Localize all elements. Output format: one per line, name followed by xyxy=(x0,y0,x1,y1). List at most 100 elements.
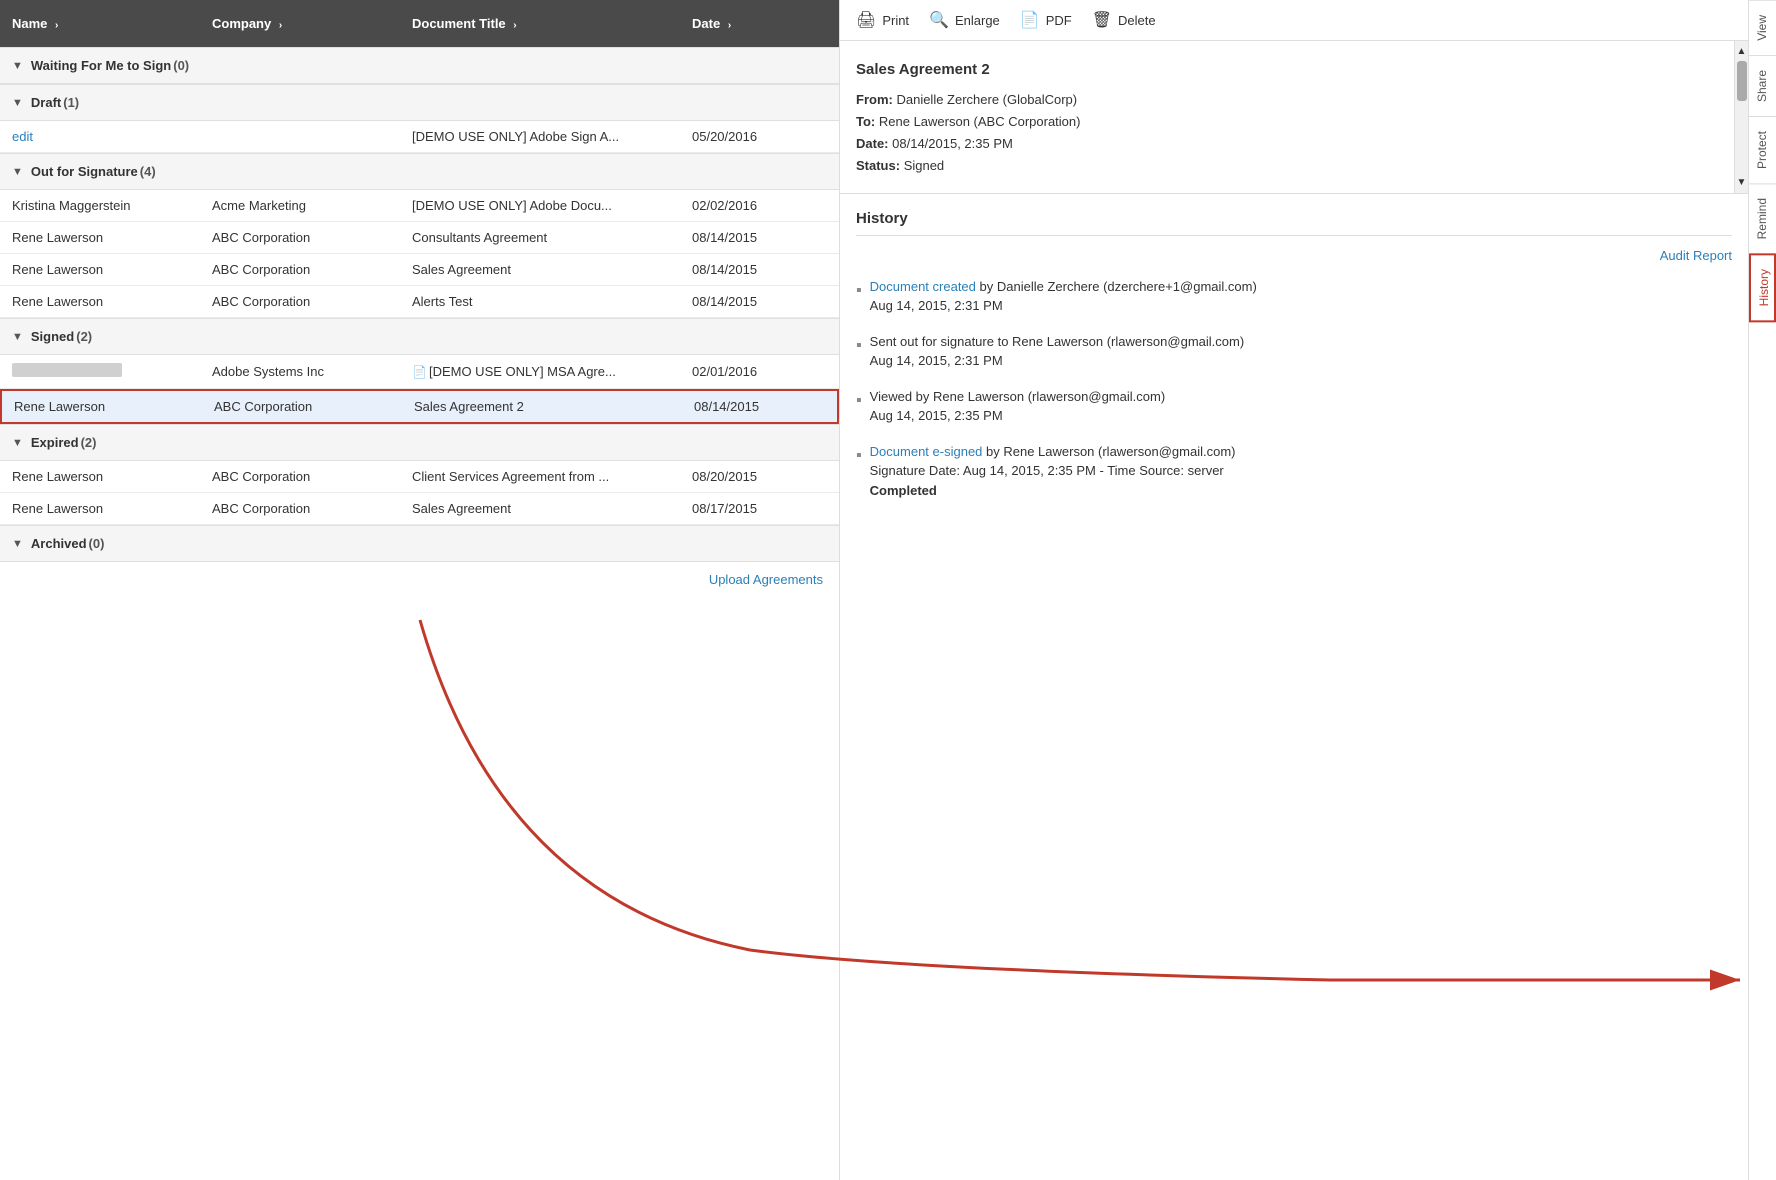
delete-button[interactable]: 🗑 Delete xyxy=(1092,10,1156,30)
table-row[interactable]: edit [DEMO USE ONLY] Adobe Sign A... 05/… xyxy=(0,121,839,153)
section-count: (2) xyxy=(76,329,92,344)
cell-company: ABC Corporation xyxy=(202,399,402,414)
side-tab-view[interactable]: View xyxy=(1749,0,1776,55)
history-bullet-icon: ▪ xyxy=(856,279,862,316)
section-header-expired[interactable]: ▼ Expired (2) xyxy=(0,424,839,461)
cell-company: ABC Corporation xyxy=(200,294,400,309)
upload-agreements-link[interactable]: Upload Agreements xyxy=(709,572,823,587)
row-name: Rene Lawerson xyxy=(12,469,103,484)
audit-report-link[interactable]: Audit Report xyxy=(856,248,1732,263)
section-header-signed[interactable]: ▼ Signed (2) xyxy=(0,318,839,355)
section-count: (2) xyxy=(81,435,97,450)
history-highlight[interactable]: Document created xyxy=(870,279,976,294)
cell-name: Kristina Maggerstein xyxy=(0,198,200,213)
header-name[interactable]: Name › xyxy=(0,10,200,37)
pdf-button[interactable]: 📄 PDF xyxy=(1020,10,1072,30)
cell-title: Alerts Test xyxy=(400,294,680,309)
chevron-icon: ▼ xyxy=(12,437,23,449)
header-company[interactable]: Company › xyxy=(200,10,400,37)
history-bullet-icon: ▪ xyxy=(856,389,862,426)
doc-to: To: Rene Lawerson (ABC Corporation) xyxy=(856,111,1732,133)
table-row[interactable]: Rene Lawerson ABC Corporation Sales Agre… xyxy=(0,254,839,286)
cell-date: 08/20/2015 xyxy=(680,469,800,484)
section-label: Out for Signature xyxy=(31,164,138,179)
doc-status: Status: Signed xyxy=(856,155,1732,177)
table-row[interactable]: Rene Lawerson ABC Corporation Consultant… xyxy=(0,222,839,254)
history-items: ▪ Document created by Danielle Zerchere … xyxy=(856,277,1732,501)
history-bullet-icon: ▪ xyxy=(856,334,862,371)
doc-info: Sales Agreement 2 From: Danielle Zercher… xyxy=(840,41,1748,194)
history-item: ▪ Document created by Danielle Zerchere … xyxy=(856,277,1732,316)
history-highlight[interactable]: Document e-signed xyxy=(870,444,983,459)
history-text: Viewed by Rene Lawerson (rlawerson@gmail… xyxy=(870,387,1165,426)
company-sort-icon: › xyxy=(279,20,282,31)
section-header-waiting[interactable]: ▼ Waiting For Me to Sign (0) xyxy=(0,47,839,84)
print-button[interactable]: 🖨 Print xyxy=(856,10,909,30)
cell-date: 08/14/2015 xyxy=(682,399,802,414)
table-row[interactable]: Adobe Systems Inc 📄[DEMO USE ONLY] MSA A… xyxy=(0,355,839,389)
chevron-icon: ▼ xyxy=(12,60,23,72)
side-tab-protect[interactable]: Protect xyxy=(1749,116,1776,183)
delete-icon: 🗑 xyxy=(1092,10,1112,30)
table-row[interactable]: Rene Lawerson ABC Corporation Alerts Tes… xyxy=(0,286,839,318)
table-row[interactable]: Kristina Maggerstein Acme Marketing [DEM… xyxy=(0,190,839,222)
section-count: (4) xyxy=(140,164,156,179)
cell-title: Client Services Agreement from ... xyxy=(400,469,680,484)
cell-title: 📄[DEMO USE ONLY] MSA Agre... xyxy=(400,364,680,379)
section-count: (1) xyxy=(63,95,79,110)
cell-company: Acme Marketing xyxy=(200,198,400,213)
blurred-name xyxy=(12,363,122,377)
cell-company: ABC Corporation xyxy=(200,469,400,484)
enlarge-icon: 🔍 xyxy=(929,10,949,30)
name-sort-icon: › xyxy=(55,20,58,31)
section-count: (0) xyxy=(173,58,189,73)
table-row[interactable]: Rene Lawerson ABC Corporation Sales Agre… xyxy=(0,389,839,424)
cell-name: Rene Lawerson xyxy=(0,230,200,245)
sections-container: ▼ Waiting For Me to Sign (0)▼ Draft (1) … xyxy=(0,47,839,597)
title-sort-icon: › xyxy=(513,20,516,31)
cell-date: 05/20/2016 xyxy=(680,129,800,144)
enlarge-button[interactable]: 🔍 Enlarge xyxy=(929,10,1000,30)
section-header-draft[interactable]: ▼ Draft (1) xyxy=(0,84,839,121)
cell-title: Sales Agreement xyxy=(400,262,680,277)
history-text: Sent out for signature to Rene Lawerson … xyxy=(870,332,1244,371)
history-title: History xyxy=(856,210,1732,227)
scroll-indicator[interactable]: ▲ ▼ xyxy=(1734,41,1748,193)
side-tab-history[interactable]: History xyxy=(1749,253,1776,322)
history-item: ▪ Viewed by Rene Lawerson (rlawerson@gma… xyxy=(856,387,1732,426)
scroll-down-button[interactable]: ▼ xyxy=(1735,173,1748,193)
cell-company: ABC Corporation xyxy=(200,230,400,245)
cell-date: 02/01/2016 xyxy=(680,364,800,379)
section-label: Signed xyxy=(31,329,74,344)
table-row[interactable]: Rene Lawerson ABC Corporation Sales Agre… xyxy=(0,493,839,525)
print-icon: 🖨 xyxy=(856,10,876,30)
history-item: ▪ Document e-signed by Rene Lawerson (rl… xyxy=(856,442,1732,501)
doc-title: Sales Agreement 2 xyxy=(856,57,1732,83)
table-row[interactable]: Rene Lawerson ABC Corporation Client Ser… xyxy=(0,461,839,493)
side-tab-share[interactable]: Share xyxy=(1749,55,1776,116)
row-name: Rene Lawerson xyxy=(12,501,103,516)
doc-icon: 📄 xyxy=(412,365,427,379)
cell-name: Rene Lawerson xyxy=(0,294,200,309)
header-title[interactable]: Document Title › xyxy=(400,10,680,37)
cell-title: Consultants Agreement xyxy=(400,230,680,245)
doc-from: From: Danielle Zerchere (GlobalCorp) xyxy=(856,89,1732,111)
cell-company: ABC Corporation xyxy=(200,501,400,516)
scroll-up-button[interactable]: ▲ xyxy=(1735,41,1748,61)
section-header-archived[interactable]: ▼ Archived (0) xyxy=(0,525,839,562)
cell-date: 08/17/2015 xyxy=(680,501,800,516)
edit-link[interactable]: edit xyxy=(12,129,33,144)
section-header-out_for_signature[interactable]: ▼ Out for Signature (4) xyxy=(0,153,839,190)
right-content: 🖨 Print 🔍 Enlarge 📄 PDF 🗑 Delete Sales A… xyxy=(840,0,1748,1180)
toolbar: 🖨 Print 🔍 Enlarge 📄 PDF 🗑 Delete xyxy=(840,0,1748,41)
cell-name: Rene Lawerson xyxy=(0,262,200,277)
doc-date: Date: 08/14/2015, 2:35 PM xyxy=(856,133,1732,155)
cell-company: ABC Corporation xyxy=(200,262,400,277)
left-panel: Name › Company › Document Title › Date ›… xyxy=(0,0,840,1180)
section-label: Waiting For Me to Sign xyxy=(31,58,171,73)
header-date[interactable]: Date › xyxy=(680,10,800,37)
chevron-icon: ▼ xyxy=(12,166,23,178)
section-count: (0) xyxy=(89,536,105,551)
cell-name: Rene Lawerson xyxy=(2,399,202,414)
side-tab-remind[interactable]: Remind xyxy=(1749,183,1776,253)
